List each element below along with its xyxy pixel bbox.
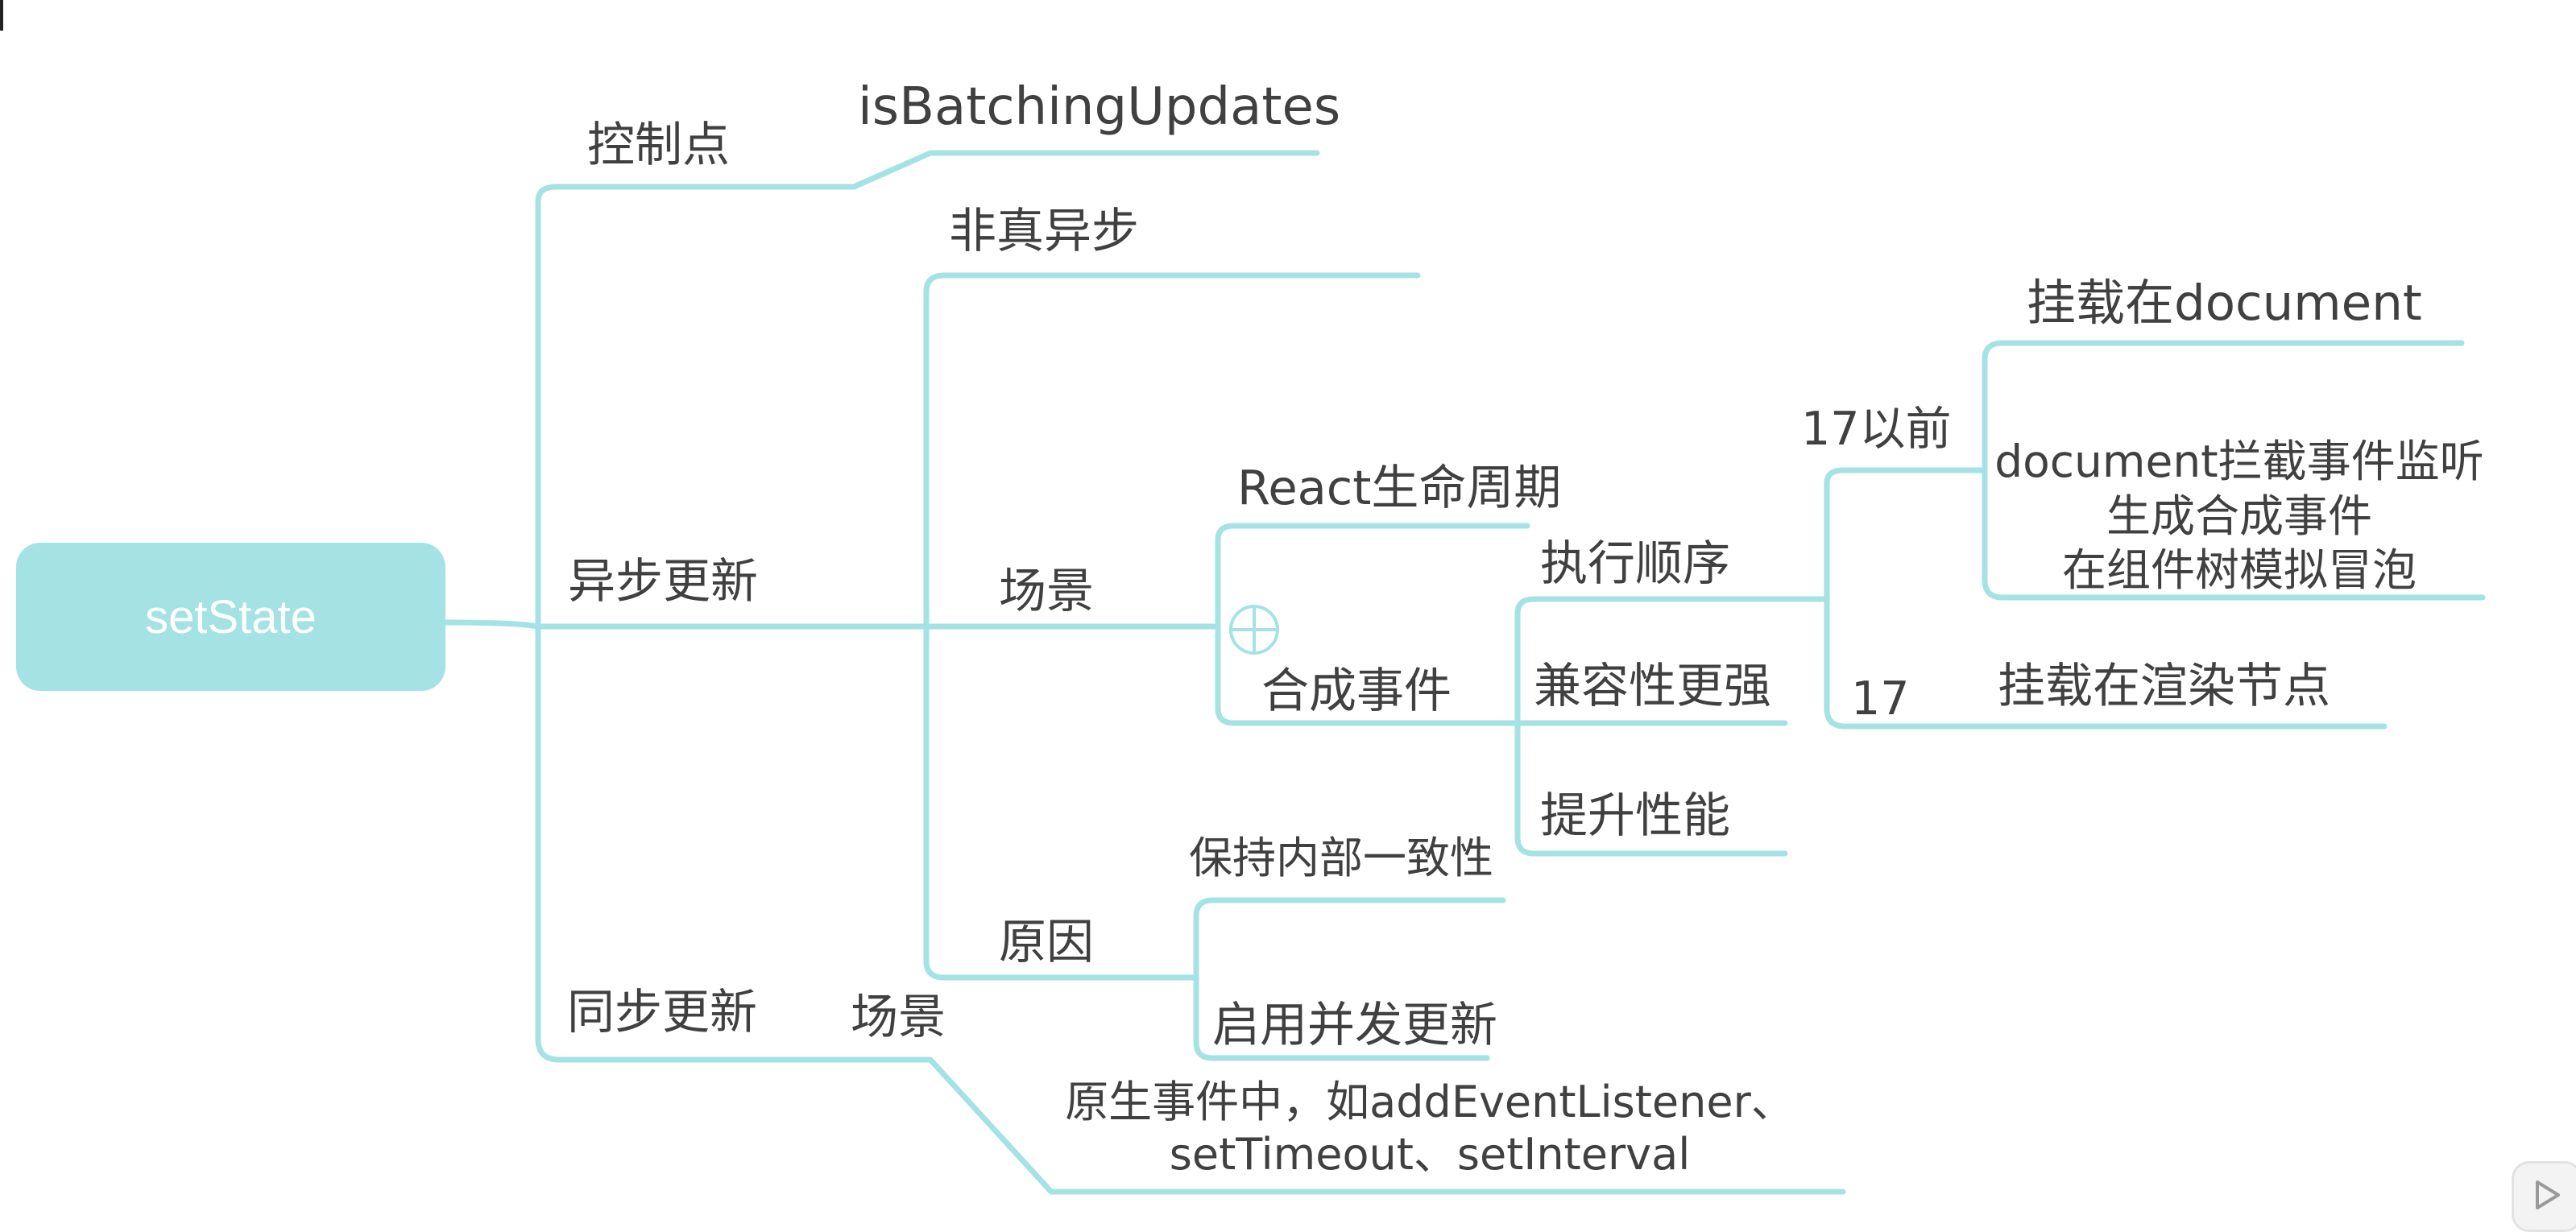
connector-root: [442, 619, 541, 630]
node-async-scene[interactable]: 场景: [999, 567, 1094, 614]
node-mount-render-node[interactable]: 挂载在渲染节点: [1998, 662, 2330, 709]
node-native-events[interactable]: 原生事件中，如addEventListener、 setTimeout、setI…: [1055, 1077, 1804, 1181]
node-before-17[interactable]: 17以前: [1801, 407, 1952, 453]
play-icon: [2533, 1179, 2562, 1214]
node-not-truly-async[interactable]: 非真异步: [949, 207, 1139, 254]
root-node-setstate[interactable]: setState: [16, 543, 445, 691]
node-sync-update[interactable]: 同步更新: [567, 988, 757, 1036]
node-document-intercept-line3: 在组件树模拟冒泡: [2061, 544, 2417, 597]
node-enable-concurrent[interactable]: 启用并发更新: [1212, 1001, 1497, 1048]
root-node-label: setState: [145, 590, 317, 643]
node-mount-document[interactable]: 挂载在document: [2027, 279, 2422, 328]
connector-reason-up: [1193, 897, 1506, 981]
node-native-events-line1: 原生事件中，如addEventListener、: [1065, 1077, 1795, 1127]
node-document-intercept[interactable]: document拦截事件监听 生成合成事件 在组件树模拟冒泡: [1990, 435, 2489, 598]
node-is-batching-updates[interactable]: isBatchingUpdates: [858, 81, 1340, 133]
node-async-update[interactable]: 异步更新: [568, 557, 758, 605]
play-button[interactable]: [2512, 1161, 2576, 1232]
node-sync-scene[interactable]: 场景: [851, 993, 946, 1040]
node-v17[interactable]: 17: [1851, 676, 1910, 722]
node-control-point[interactable]: 控制点: [587, 121, 730, 168]
node-document-intercept-line1: document拦截事件监听: [1994, 436, 2484, 487]
node-react-lifecycle[interactable]: React生命周期: [1237, 464, 1561, 511]
plus-circle-icon[interactable]: [1228, 603, 1281, 656]
node-perf-boost[interactable]: 提升性能: [1540, 792, 1730, 839]
node-better-compat[interactable]: 兼容性更强: [1534, 662, 1771, 709]
node-synthetic-event[interactable]: 合成事件: [1261, 667, 1452, 714]
node-native-events-line2: setTimeout、setInterval: [1169, 1128, 1691, 1180]
node-reason[interactable]: 原因: [999, 918, 1094, 965]
node-document-intercept-line2: 生成合成事件: [2106, 490, 2372, 542]
node-exec-order[interactable]: 执行顺序: [1540, 540, 1730, 587]
connector-order-up: [1824, 467, 1988, 602]
node-keep-consistency[interactable]: 保持内部一致性: [1189, 837, 1493, 880]
